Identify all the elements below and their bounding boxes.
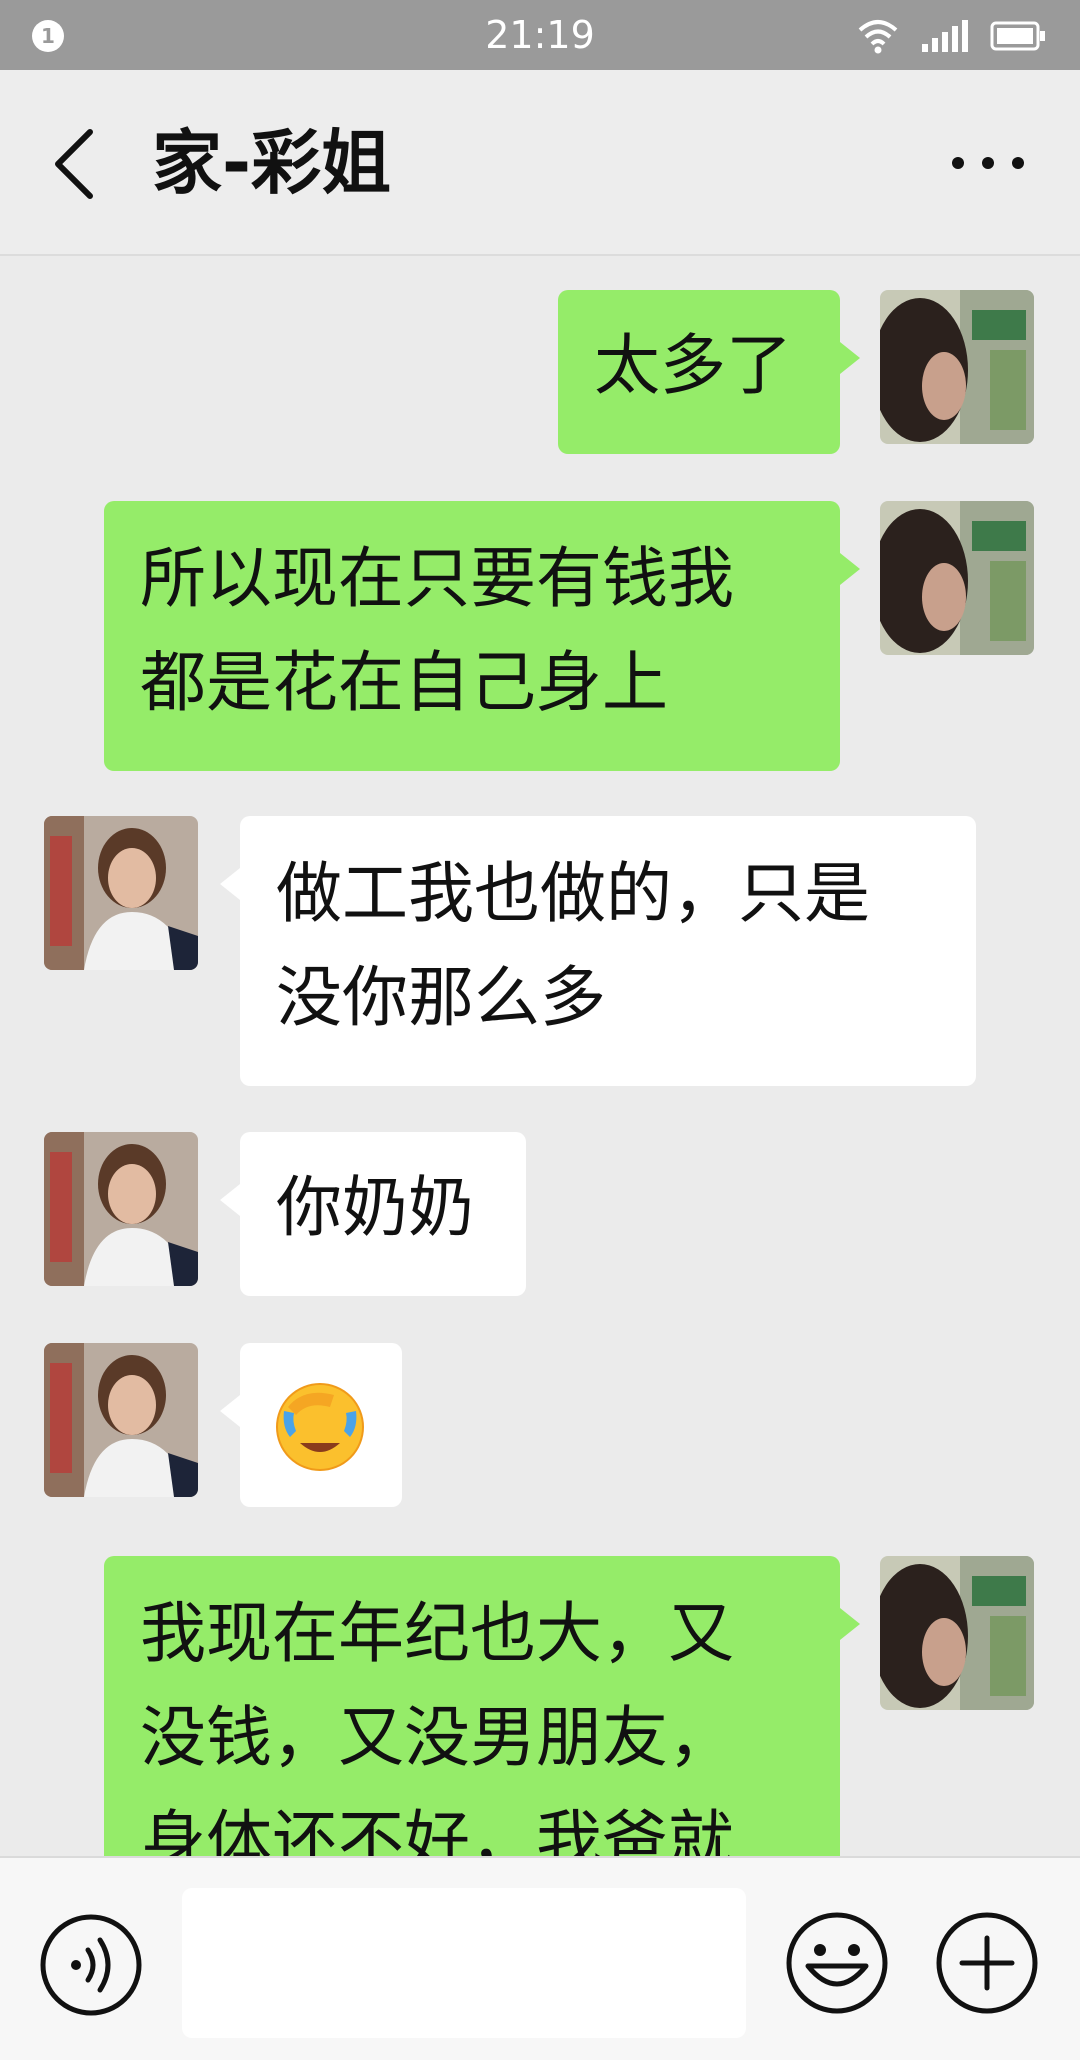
message-input[interactable] xyxy=(182,1888,746,2038)
more-dots-icon[interactable] xyxy=(948,150,1028,176)
status-time: 21:19 xyxy=(485,13,595,57)
plus-icon[interactable] xyxy=(934,1910,1040,2016)
message-line: 我现在年纪也大，又 xyxy=(140,1595,734,1672)
message-line: 你奶奶 xyxy=(276,1169,474,1246)
message-bubble-sent[interactable]: 太多了 xyxy=(558,290,860,454)
input-bar xyxy=(0,1856,1080,2060)
facepalm-crying-emoji xyxy=(276,1383,364,1471)
message-line: 都是花在自己身上 xyxy=(140,644,668,721)
message-line: 没你那么多 xyxy=(276,959,606,1036)
message-line: 身体还不好，我爸就 xyxy=(140,1803,734,1856)
chevron-left-icon[interactable] xyxy=(46,126,106,202)
message-line: 没钱，又没男朋友， xyxy=(140,1699,734,1776)
smiley-icon[interactable] xyxy=(784,1910,890,2016)
message-bubble-received[interactable] xyxy=(220,1343,402,1507)
message-bubble-sent[interactable]: 我现在年纪也大，又 没钱，又没男朋友， 身体还不好，我爸就 xyxy=(104,1556,860,1856)
message-bubble-received[interactable]: 你奶奶 xyxy=(220,1132,526,1296)
battery-icon xyxy=(990,21,1045,51)
contact-avatar[interactable] xyxy=(44,1343,198,1497)
voice-icon[interactable] xyxy=(38,1912,144,2018)
message-bubble-received[interactable]: 做工我也做的，只是 没你那么多 xyxy=(220,816,976,1086)
my-avatar[interactable] xyxy=(880,501,1034,655)
my-avatar[interactable] xyxy=(880,1556,1034,1710)
message-line: 做工我也做的，只是 xyxy=(276,855,870,932)
contact-avatar[interactable] xyxy=(44,1132,198,1286)
wifi-icon xyxy=(858,20,898,54)
chat-title: 家-彩姐 xyxy=(152,122,392,204)
message-line: 所以现在只要有钱我 xyxy=(140,540,734,617)
my-avatar[interactable] xyxy=(880,290,1034,444)
contact-avatar[interactable] xyxy=(44,816,198,970)
chat-messages[interactable]: 太多了 所以现在只要有钱我 都是花在自己身上 做工我也做的，只是 没你那么多 你… xyxy=(0,256,1080,1856)
status-bar: 1 21:19 xyxy=(0,0,1080,70)
message-bubble-sent[interactable]: 所以现在只要有钱我 都是花在自己身上 xyxy=(104,501,860,771)
message-line: 太多了 xyxy=(594,327,792,404)
chat-header: 家-彩姐 xyxy=(0,70,1080,256)
signal-icon xyxy=(922,20,968,52)
